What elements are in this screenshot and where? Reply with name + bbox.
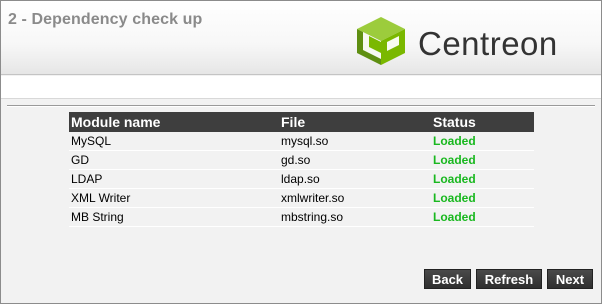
header: 2 - Dependency check up Centreon — [1, 1, 601, 75]
next-button[interactable]: Next — [547, 269, 593, 289]
dependency-table: Module name File Status MySQL mysql.so L… — [69, 112, 534, 227]
table-row: MySQL mysql.so Loaded — [69, 132, 534, 151]
module-name: XML Writer — [69, 188, 279, 208]
module-status: Loaded — [431, 207, 534, 227]
module-file: ldap.so — [279, 169, 431, 189]
header-band — [1, 76, 601, 99]
centreon-logo-icon — [357, 17, 405, 65]
module-file: mbstring.so — [279, 207, 431, 227]
column-header-status: Status — [431, 112, 534, 132]
module-file: mysql.so — [279, 132, 431, 151]
divider — [7, 105, 595, 107]
logo-text: Centreon — [418, 25, 558, 62]
column-header-module: Module name — [69, 112, 279, 132]
refresh-button[interactable]: Refresh — [476, 269, 542, 289]
module-name: MySQL — [69, 132, 279, 151]
installer-window: 2 - Dependency check up Centreon Module … — [0, 0, 602, 304]
module-name: GD — [69, 150, 279, 170]
module-name: MB String — [69, 207, 279, 227]
module-name: LDAP — [69, 169, 279, 189]
module-status: Loaded — [431, 169, 534, 189]
table-row: MB String mbstring.so Loaded — [69, 207, 534, 227]
module-file: xmlwriter.so — [279, 188, 431, 208]
table-row: LDAP ldap.so Loaded — [69, 169, 534, 189]
step-title: 2 - Dependency check up — [8, 11, 203, 28]
module-status: Loaded — [431, 150, 534, 170]
module-status: Loaded — [431, 188, 534, 208]
column-header-file: File — [279, 112, 431, 132]
table-row: GD gd.so Loaded — [69, 150, 534, 170]
table-row: XML Writer xmlwriter.so Loaded — [69, 188, 534, 208]
table-header-row: Module name File Status — [69, 112, 534, 132]
module-file: gd.so — [279, 150, 431, 170]
module-status: Loaded — [431, 132, 534, 151]
back-button[interactable]: Back — [424, 269, 471, 289]
